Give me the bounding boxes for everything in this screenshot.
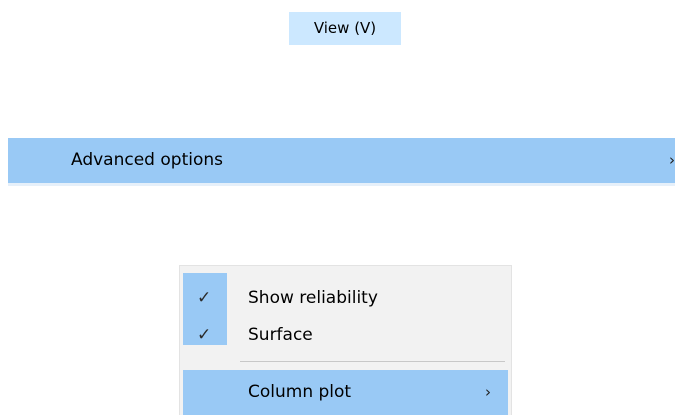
surface-label: Surface xyxy=(248,325,313,345)
advanced-options-label: Advanced options xyxy=(71,150,223,170)
menu-item-column-plot[interactable]: Column plot › xyxy=(183,370,508,415)
advanced-options-menu-item[interactable]: Advanced options › xyxy=(8,138,675,183)
menu-item-surface[interactable]: ✓ Surface xyxy=(180,317,511,353)
checkmark-icon: ✓ xyxy=(197,325,212,345)
show-reliability-label: Show reliability xyxy=(248,288,378,308)
advanced-options-submenu: ✓ Show reliability ✓ Surface Column plot… xyxy=(180,266,511,415)
view-menu-label: View (V) xyxy=(313,19,377,37)
chevron-right-icon: › xyxy=(485,383,491,401)
view-menu[interactable]: View (V) xyxy=(289,12,401,45)
column-plot-label: Column plot xyxy=(248,382,352,402)
checkmark-icon: ✓ xyxy=(197,288,212,308)
menu-item-show-reliability[interactable]: ✓ Show reliability xyxy=(180,280,511,316)
menu-separator xyxy=(240,361,505,362)
chevron-right-icon: › xyxy=(669,151,675,169)
